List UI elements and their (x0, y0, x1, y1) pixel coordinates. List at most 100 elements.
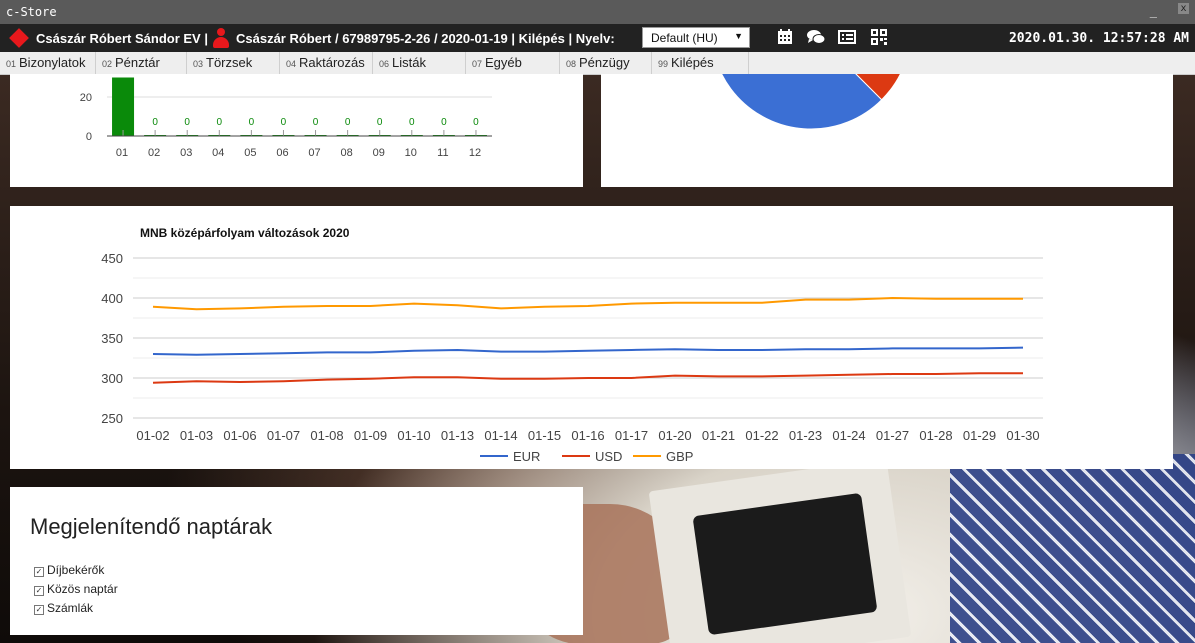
line-x-tick-label: 01-03 (180, 428, 213, 443)
line-x-tick-label: 01-29 (963, 428, 996, 443)
calendar-label: Közös naptár (47, 582, 118, 596)
checkbox-icon[interactable]: ✓ (34, 605, 44, 615)
window-title-bar: c-Store _ x (0, 0, 1195, 24)
menu-item-label: Törzsek (206, 55, 253, 70)
list-icon[interactable] (838, 28, 858, 48)
menu-item-kilepes[interactable]: 99 Kilépés (652, 52, 749, 74)
line-x-tick-label: 01-24 (832, 428, 865, 443)
series-line-gbp (152, 296, 1023, 311)
line-x-tick-label: 01-27 (876, 428, 909, 443)
info-bar: Császár Róbert Sándor EV | Császár Róber… (0, 24, 1195, 52)
calendars-panel: Megjelenítendő naptárak ✓ Díjbekérők ✓ Köz… (10, 487, 583, 635)
bar-data-label: 0 (217, 117, 223, 128)
menu-item-penzugy[interactable]: 08 Pénzügy (560, 52, 652, 74)
menu-item-number: 04 (286, 59, 297, 69)
series-line-eur (152, 346, 1024, 356)
line-x-tick-label: 01-10 (397, 428, 430, 443)
user-icon (213, 28, 229, 48)
checkbox-icon[interactable]: ✓ (34, 586, 44, 596)
user-info-line[interactable]: Császár Róbert / 67989795-2-26 / 2020-01… (236, 31, 615, 46)
background-tablet (692, 492, 878, 636)
monthly-bar-chart: 02001 020030040050060070080090100110120 (80, 77, 492, 159)
pie-chart-panel: 82.% (601, 74, 1173, 187)
bar-data-label: 0 (281, 117, 287, 128)
bar-x-tick-label: 02 (148, 147, 160, 159)
company-name[interactable]: Császár Róbert Sándor EV | (36, 31, 208, 46)
line-x-tick-label: 01-08 (310, 428, 343, 443)
line-x-tick-label: 01-02 (136, 428, 169, 443)
language-select[interactable]: Default (HU) ▼ (642, 27, 750, 48)
legend-label-usd: USD (595, 449, 622, 464)
menu-item-label: Pénztár (115, 55, 160, 70)
pie-chart: 82.% (721, 74, 901, 130)
menu-item-number: 03 (193, 59, 204, 69)
minimize-button[interactable]: _ (1150, 4, 1157, 18)
calendar-checkbox-kozos-naptar[interactable]: ✓ Közös naptár (34, 582, 118, 596)
line-x-tick-label: 01-28 (919, 428, 952, 443)
line-y-tick-label: 450 (101, 251, 123, 266)
main-menu: 01 Bizonylatok 02 Pénztár 03 Törzsek 04 Raktáro… (0, 52, 1195, 75)
menu-item-penztar[interactable]: 02 Pénztár (96, 52, 187, 74)
bar-data-label: 0 (345, 117, 351, 128)
line-y-tick-label: 300 (101, 371, 123, 386)
calendar-label: Számlák (47, 601, 94, 615)
close-button[interactable]: x (1178, 3, 1189, 14)
language-select-value: Default (HU) (651, 31, 718, 45)
menu-item-raktarozas[interactable]: 04 Raktározás (280, 52, 373, 74)
menu-item-number: 07 (472, 59, 483, 69)
bar-x-tick-label: 08 (341, 147, 353, 159)
menu-item-label: Bizonylatok (19, 55, 86, 70)
bar-x-tick-label: 12 (469, 147, 481, 159)
bar-y-tick-label: 0 (86, 131, 92, 143)
bar-x-tick-label: 01 (116, 147, 128, 159)
line-x-tick-label: 01-17 (615, 428, 648, 443)
exchange-rate-line-chart: MNB középárfolyam változások 2020 250 300 3… (101, 226, 1043, 464)
bar-data-label: 0 (441, 117, 447, 128)
line-x-tick-label: 01-14 (484, 428, 517, 443)
line-x-tick-label: 01-06 (223, 428, 256, 443)
calendar-label: Díjbekérők (47, 563, 105, 577)
exchange-rate-chart-panel: MNB középárfolyam változások 2020 250 300 3… (10, 206, 1173, 469)
bar-data-label: 0 (152, 117, 158, 128)
background-sleeve (950, 454, 1195, 643)
bar-y-tick-label: 20 (80, 92, 92, 104)
menu-item-label: Listák (392, 55, 426, 70)
line-x-tick-label: 01-30 (1006, 428, 1039, 443)
menu-item-label: Kilépés (671, 55, 714, 70)
current-datetime: 2020.01.30. 12:57:28 AM (1008, 31, 1189, 46)
pie-slice-label: 82.% (801, 74, 824, 75)
window-title: c-Store (6, 5, 57, 19)
menu-item-bizonylatok[interactable]: 01 Bizonylatok (0, 52, 96, 74)
bar-x-tick-label: 07 (308, 147, 320, 159)
line-x-tick-label: 01-09 (354, 428, 387, 443)
line-x-tick-label: 01-21 (702, 428, 735, 443)
line-x-tick-label: 01-23 (789, 428, 822, 443)
menu-item-listak[interactable]: 06 Listák (373, 52, 466, 74)
line-x-tick-label: 01-20 (658, 428, 691, 443)
monthly-bar-chart-panel: 0 20 01 02 0 03 0 04 0 05 0 06 0 07 0 08 0 09 0 10 0 11 0 12 0 (10, 74, 583, 187)
bar-x-tick-label: 10 (405, 147, 417, 159)
menu-item-egyeb[interactable]: 07 Egyéb (466, 52, 560, 74)
checkbox-icon[interactable]: ✓ (34, 567, 44, 577)
menu-item-label: Egyéb (485, 55, 522, 70)
qr-code-icon[interactable] (870, 28, 890, 48)
bar-x-tick-label: 09 (373, 147, 385, 159)
calendar-checkbox-dijbekerok[interactable]: ✓ Díjbekérők (34, 563, 104, 577)
bar-data-label: 0 (313, 117, 319, 128)
bar-data-label: 0 (377, 117, 383, 128)
bar-data-label: 0 (249, 117, 255, 128)
calendars-title: Megjelenítendő naptárak (30, 514, 273, 539)
chat-icon[interactable] (806, 28, 826, 48)
menu-item-number: 06 (379, 59, 390, 69)
bar-x-tick-label: 11 (437, 147, 448, 159)
bar-x-tick-label: 03 (180, 147, 192, 159)
menu-item-number: 08 (566, 59, 577, 69)
bar-x-tick-label: 04 (212, 147, 224, 159)
company-diamond-icon (9, 28, 29, 48)
calendar-icon[interactable] (776, 28, 796, 48)
menu-item-torzsek[interactable]: 03 Törzsek (187, 52, 280, 74)
line-x-tick-label: 01-07 (267, 428, 300, 443)
chevron-down-icon: ▼ (734, 31, 743, 41)
menu-item-number: 01 (6, 59, 17, 69)
calendar-checkbox-szamlak[interactable]: ✓ Számlák (34, 601, 93, 615)
